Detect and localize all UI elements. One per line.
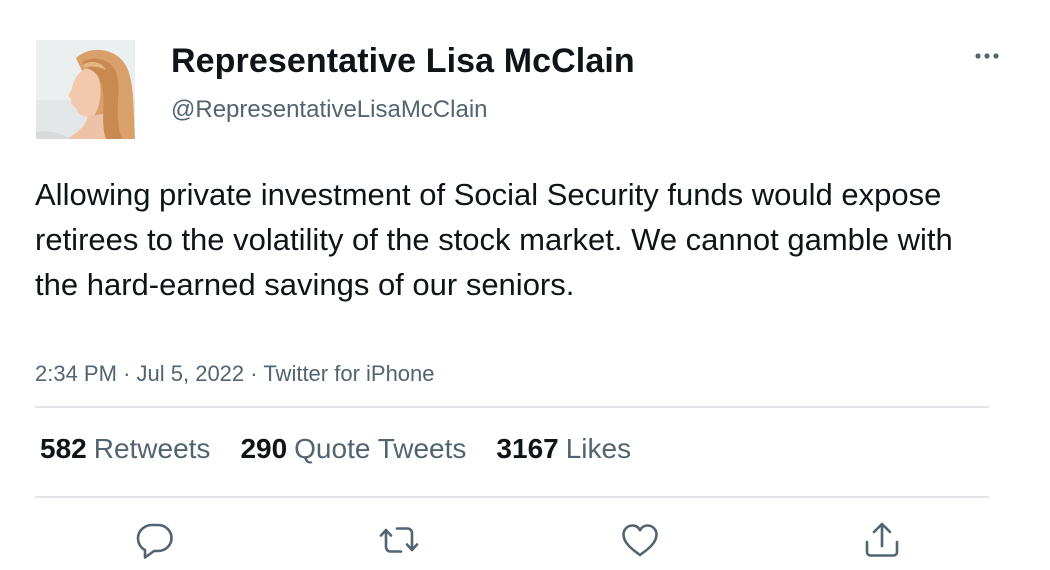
retweet-button[interactable] [377, 518, 421, 562]
reply-button[interactable] [133, 518, 177, 562]
quote-tweets-count: 290 [240, 433, 288, 464]
like-button[interactable] [618, 518, 662, 562]
retweets-count: 582 [40, 433, 87, 464]
author-handle[interactable]: @RepresentativeLisaMcClain [171, 96, 488, 124]
retweets-stat[interactable]: 582 Retweets [40, 433, 210, 465]
retweets-label: Retweets [93, 433, 211, 464]
more-icon [975, 53, 999, 59]
likes-stat[interactable]: 3167 Likes [496, 433, 631, 465]
meta-separator: · [250, 361, 258, 386]
tweet-stats: 582 Retweets 290 Quote Tweets 3167 Likes [40, 433, 631, 465]
quote-tweets-stat[interactable]: 290 Quote Tweets [240, 433, 466, 465]
more-options-button[interactable] [968, 44, 1008, 68]
tweet-card: Representative Lisa McClain @Representat… [0, 0, 1050, 570]
action-bar [0, 518, 1050, 562]
tweet-text: Allowing private investment of Social Se… [35, 177, 953, 302]
tweet-source[interactable]: Twitter for iPhone [263, 361, 434, 386]
meta-separator: · [123, 361, 131, 386]
author-name[interactable]: Representative Lisa McClain [171, 42, 635, 81]
tweet-time[interactable]: 2:34 PM [35, 361, 117, 386]
divider [35, 496, 989, 498]
likes-count: 3167 [496, 433, 559, 464]
profile-photo-icon [36, 40, 135, 139]
share-icon [865, 522, 899, 557]
retweet-icon [379, 527, 419, 553]
reply-icon [136, 523, 173, 559]
quote-tweets-label: Quote Tweets [294, 433, 467, 464]
tweet-meta: 2:34 PM · Jul 5, 2022 · Twitter for iPho… [35, 361, 435, 387]
avatar[interactable] [36, 40, 135, 139]
likes-label: Likes [565, 433, 632, 464]
tweet-date[interactable]: Jul 5, 2022 [137, 361, 245, 386]
divider [35, 406, 989, 408]
heart-icon [622, 524, 658, 557]
share-button[interactable] [860, 518, 904, 562]
